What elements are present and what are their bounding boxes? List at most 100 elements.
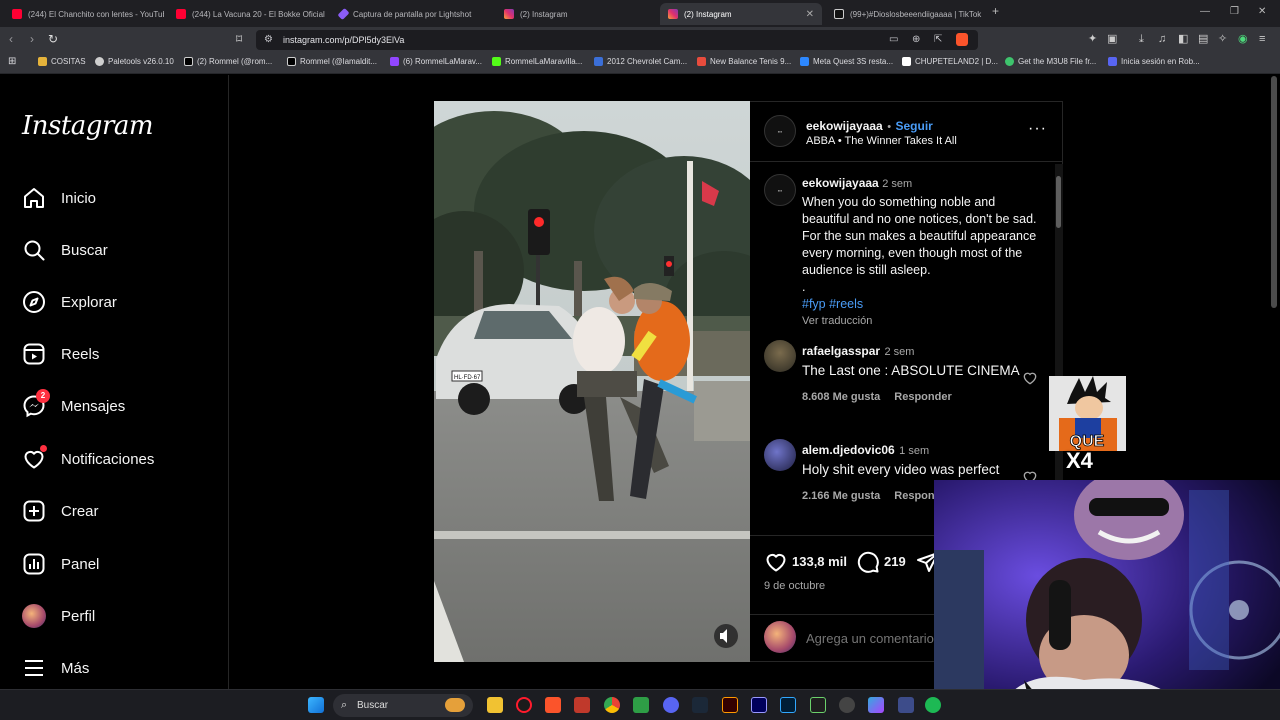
copilot-icon[interactable]: [868, 697, 884, 713]
browser-tab[interactable]: (244) El Chanchito con lentes - YouTube: [4, 3, 164, 25]
see-translation-link[interactable]: Ver traducción: [802, 313, 1042, 330]
bookmark-item[interactable]: Meta Quest 3S resta...: [800, 57, 893, 66]
file-explorer-icon[interactable]: [487, 697, 503, 713]
nav-item-home[interactable]: Inicio: [22, 185, 96, 211]
share-icon[interactable]: ⇱: [934, 34, 942, 45]
brave-icon[interactable]: [545, 697, 561, 713]
app-icon[interactable]: [810, 697, 826, 713]
nav-item-search[interactable]: Buscar: [22, 237, 108, 263]
opera-icon[interactable]: [516, 697, 532, 713]
browser-tab[interactable]: (2) Instagram: [496, 3, 654, 25]
comment-icon[interactable]: [856, 550, 880, 574]
minimize-icon[interactable]: —: [1200, 6, 1210, 17]
like-icon[interactable]: [764, 550, 788, 574]
more-options-icon[interactable]: ···: [1028, 120, 1047, 138]
back-icon[interactable]: ‹: [9, 32, 13, 46]
windows-taskbar: ⌕ Buscar: [0, 689, 1280, 720]
windows-start-icon[interactable]: [308, 697, 324, 713]
commenter-avatar[interactable]: [764, 439, 796, 471]
close-icon[interactable]: ✕: [806, 9, 814, 20]
instagram-logo[interactable]: Instagram: [22, 111, 154, 141]
comment-count[interactable]: 219: [884, 554, 906, 569]
site-info-icon[interactable]: ⚙: [264, 34, 273, 45]
nav-item-profile[interactable]: Perfil: [22, 603, 95, 629]
wallet-icon[interactable]: ▣: [1107, 32, 1117, 46]
audio-line[interactable]: ABBA • The Winner Takes It All: [806, 135, 957, 147]
bookmark-item[interactable]: Paletools v26.0.10: [95, 57, 174, 66]
browser-tab-active[interactable]: (2) Instagram ✕: [660, 3, 822, 25]
like-count[interactable]: 133,8 mil: [792, 554, 847, 569]
nav-item-notifications[interactable]: Notificaciones: [22, 445, 154, 472]
comment-likes[interactable]: 2.166 Me gusta: [802, 490, 880, 502]
post-username[interactable]: eekowijayaaa: [806, 119, 883, 133]
browser-tab[interactable]: (99+)#Dioslosbeeendiigaaaa | TikTok: [826, 3, 984, 25]
app-icon[interactable]: [574, 697, 590, 713]
steam-icon[interactable]: [692, 697, 708, 713]
url-field[interactable]: ⚙ instagram.com/p/DPl5dy3ElVa ▭ ⊕ ⇱: [256, 30, 978, 50]
bookmark-item[interactable]: New Balance Tenis 9...: [697, 57, 791, 66]
ai-icon[interactable]: ✧: [1218, 32, 1227, 46]
comment-likes[interactable]: 8.608 Me gusta: [802, 391, 880, 403]
media-icon[interactable]: ♫: [1158, 32, 1166, 46]
post-video[interactable]: HL·FD·67: [434, 101, 750, 662]
discord-icon[interactable]: [663, 697, 679, 713]
app-icon[interactable]: [898, 697, 914, 713]
hashtags[interactable]: #fyp #reels: [802, 296, 1042, 313]
vpn-icon[interactable]: ◉: [1238, 32, 1248, 46]
cast-icon[interactable]: ▭: [889, 34, 898, 45]
nav-item-more[interactable]: Más: [22, 655, 89, 681]
nav-item-dashboard[interactable]: Panel: [22, 551, 99, 577]
bookmark-item[interactable]: Rommel (@lamaldit...: [287, 57, 377, 66]
apps-icon[interactable]: ⊞: [8, 56, 16, 67]
bookmark-item[interactable]: CHUPETELAND2 | D...: [902, 57, 998, 66]
chrome-icon[interactable]: [604, 697, 620, 713]
brave-shield-icon[interactable]: [956, 33, 968, 46]
bookmark-label: Paletools v26.0.10: [108, 57, 174, 66]
menu-icon[interactable]: ≡: [1259, 32, 1265, 46]
bookmark-item[interactable]: RommelLaMaravilla...: [492, 57, 582, 66]
bookmark-item[interactable]: (6) RommelLaMarav...: [390, 57, 482, 66]
browser-tab[interactable]: Captura de pantalla por Lightshot: [332, 3, 490, 25]
scrollbar-thumb[interactable]: [1056, 176, 1061, 228]
message-badge: 2: [36, 389, 50, 403]
illustrator-icon[interactable]: [722, 697, 738, 713]
page-scrollbar-thumb[interactable]: [1271, 76, 1277, 308]
bookmark-item[interactable]: Inicia sesión en Rob...: [1108, 57, 1200, 66]
follow-button[interactable]: Seguir: [896, 119, 933, 133]
close-window-icon[interactable]: ✕: [1258, 6, 1266, 17]
nav-item-explore[interactable]: Explorar: [22, 289, 117, 315]
wallet-card-icon[interactable]: ▤: [1198, 32, 1208, 46]
bookmark-item[interactable]: 2012 Chevrolet Cam...: [594, 57, 687, 66]
app-icon[interactable]: [839, 697, 855, 713]
photoshop-icon[interactable]: [780, 697, 796, 713]
account-avatar[interactable]: ▪▪▪: [764, 115, 796, 147]
nav-item-messages[interactable]: 2 Mensajes: [22, 389, 125, 419]
bookmark-icon[interactable]: ⌑: [236, 32, 242, 46]
caption-avatar[interactable]: ▪▪▪: [764, 174, 796, 206]
extensions-icon[interactable]: ✦: [1088, 32, 1097, 46]
premiere-icon[interactable]: [751, 697, 767, 713]
maximize-icon[interactable]: ❐: [1230, 6, 1239, 17]
taskbar-search[interactable]: ⌕ Buscar: [333, 694, 473, 717]
nav-item-reels[interactable]: Reels: [22, 341, 99, 367]
bookmark-item[interactable]: COSITAS: [38, 57, 86, 66]
comment-like-icon[interactable]: [1022, 370, 1038, 386]
comment-username[interactable]: rafaelgasspar: [802, 344, 880, 358]
comment-username[interactable]: alem.djedovic06: [802, 443, 895, 457]
bookmark-item[interactable]: (2) Rommel (@rom...: [184, 57, 272, 66]
bookmark-item[interactable]: Get the M3U8 File fr...: [1005, 57, 1096, 66]
commenter-avatar[interactable]: [764, 340, 796, 372]
browser-tab[interactable]: (244) La Vacuna 20 - El Bokke Oficial: [168, 3, 326, 25]
zoom-icon[interactable]: ⊕: [912, 34, 920, 45]
app-icon[interactable]: [633, 697, 649, 713]
reload-icon[interactable]: ↻: [48, 32, 58, 46]
caption-text: When you do something noble and beautifu…: [802, 195, 1037, 277]
spotify-icon[interactable]: [925, 697, 941, 713]
new-tab-button[interactable]: +: [992, 4, 999, 18]
reply-button[interactable]: Responder: [894, 391, 951, 403]
forward-icon[interactable]: ›: [30, 32, 34, 46]
download-icon[interactable]: ⤓: [1139, 32, 1144, 46]
caption-username[interactable]: eekowijayaaa: [802, 176, 879, 190]
nav-item-create[interactable]: Crear: [22, 498, 99, 524]
sidebar-toggle-icon[interactable]: ◧: [1178, 32, 1188, 46]
